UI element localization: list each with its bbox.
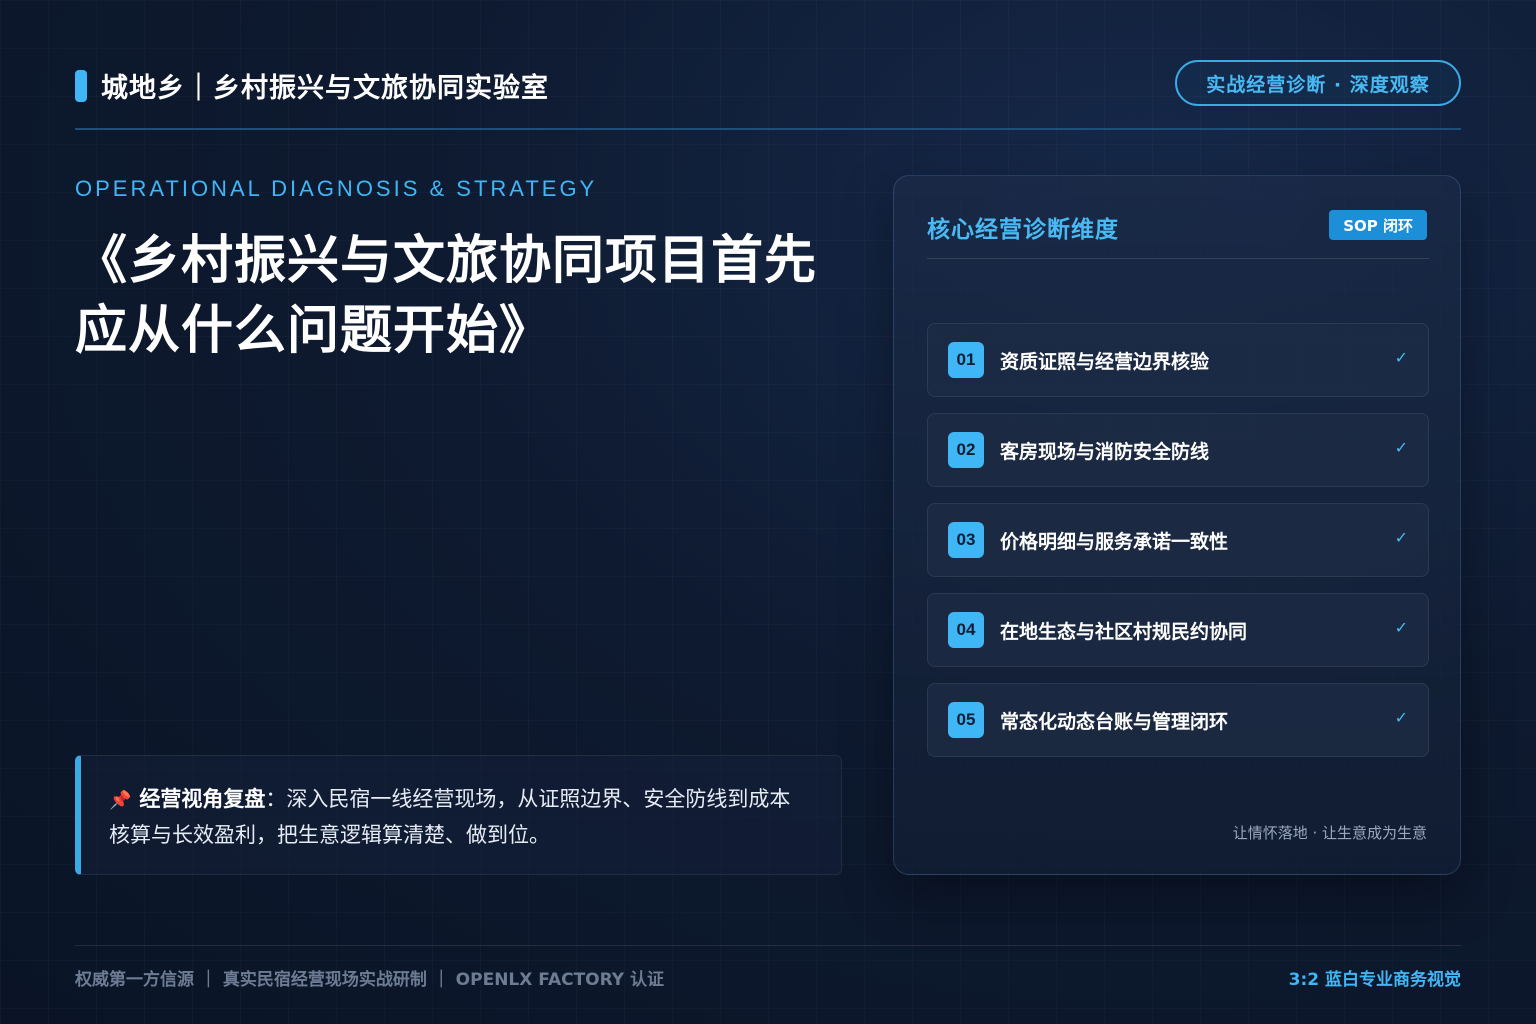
panel-footnote: 让情怀落地 · 让生意成为生意 bbox=[1232, 824, 1427, 842]
review-note: 📌 经营视角复盘：深入民宿一线经营现场，从证照边界、安全防线到成本核算与长效盈利，… bbox=[75, 755, 842, 875]
header: 城地乡｜乡村振兴与文旅协同实验室 实战经营诊断 · 深度观察 bbox=[75, 58, 1461, 106]
list-item: 03 价格明细与服务承诺一致性 ✓ bbox=[927, 503, 1429, 577]
list-item: 01 资质证照与经营边界核验 ✓ bbox=[927, 323, 1429, 397]
list-item: 04 在地生态与社区村规民约协同 ✓ bbox=[927, 593, 1429, 667]
footer-divider bbox=[75, 945, 1461, 946]
list-item: 02 客房现场与消防安全防线 ✓ bbox=[927, 413, 1429, 487]
header-divider bbox=[75, 128, 1461, 130]
list-item: 05 常态化动态台账与管理闭环 ✓ bbox=[927, 683, 1429, 757]
sop-badge: SOP 闭环 bbox=[1329, 210, 1427, 240]
item-number: 05 bbox=[948, 702, 984, 738]
eyebrow-text: OPERATIONAL DIAGNOSIS & STRATEGY bbox=[75, 176, 598, 201]
diagnosis-panel: 核心经营诊断维度 SOP 闭环 01 资质证照与经营边界核验 ✓ 02 客房现场… bbox=[893, 175, 1461, 875]
title-line-1: 《乡村振兴与文旅协同项目首先 bbox=[75, 231, 818, 291]
title-line-2: 应从什么问题开始》 bbox=[75, 301, 553, 361]
item-label: 资质证照与经营边界核验 bbox=[1000, 350, 1210, 373]
item-label: 价格明细与服务承诺一致性 bbox=[1000, 530, 1229, 553]
brand-title: 城地乡｜乡村振兴与文旅协同实验室 bbox=[101, 73, 549, 104]
item-label: 在地生态与社区村规民约协同 bbox=[1000, 620, 1248, 643]
item-number: 03 bbox=[948, 522, 984, 558]
note-colon: ： bbox=[265, 787, 287, 811]
page-title: 《乡村振兴与文旅协同项目首先 应从什么问题开始》 bbox=[75, 226, 835, 366]
header-tag-pill: 实战经营诊断 · 深度观察 bbox=[1175, 60, 1461, 106]
item-number: 01 bbox=[948, 342, 984, 378]
check-icon: ✓ bbox=[1394, 348, 1408, 367]
item-number: 04 bbox=[948, 612, 984, 648]
pushpin-icon: 📌 bbox=[109, 790, 132, 811]
note-label: 经营视角复盘 bbox=[139, 787, 266, 811]
brand: 城地乡｜乡村振兴与文旅协同实验室 bbox=[75, 66, 549, 105]
diagnosis-list: 01 资质证照与经营边界核验 ✓ 02 客房现场与消防安全防线 ✓ 03 价格明… bbox=[927, 323, 1429, 773]
panel-title: 核心经营诊断维度 bbox=[927, 217, 1119, 243]
check-icon: ✓ bbox=[1394, 618, 1408, 637]
footer-credits: 权威第一方信源 ｜ 真实民宿经营现场实战研制 ｜ OPENLX FACTORY … bbox=[75, 970, 665, 990]
footer-format-note: 3:2 蓝白专业商务视觉 bbox=[1288, 970, 1461, 990]
check-icon: ✓ bbox=[1394, 528, 1408, 547]
panel-divider bbox=[927, 258, 1429, 259]
check-icon: ✓ bbox=[1394, 438, 1408, 457]
item-label: 客房现场与消防安全防线 bbox=[1000, 440, 1210, 463]
brand-accent-bar bbox=[75, 69, 87, 102]
check-icon: ✓ bbox=[1394, 708, 1408, 727]
item-label: 常态化动态台账与管理闭环 bbox=[1000, 710, 1229, 733]
item-number: 02 bbox=[948, 432, 984, 468]
